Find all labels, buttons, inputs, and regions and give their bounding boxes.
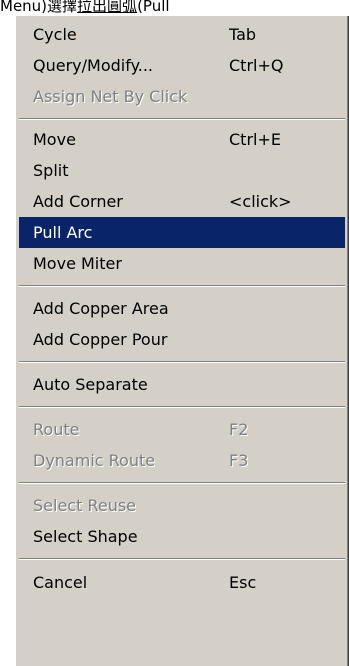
menu-item-label: Pull Arc — [33, 223, 93, 242]
menu-item-add-copper-area[interactable]: Add Copper Area — [19, 293, 345, 324]
menu-item-label: Add Copper Pour — [33, 330, 168, 349]
menu-item-label: Move Miter — [33, 254, 122, 273]
menu-separator — [19, 361, 345, 363]
menu-item-select-shape[interactable]: Select Shape — [19, 521, 345, 552]
menu-item-shortcut: Tab — [229, 25, 257, 44]
menu-item-dynamic-route: Dynamic Route F3 — [19, 445, 345, 476]
menu-item-add-copper-pour[interactable]: Add Copper Pour — [19, 324, 345, 355]
menu-item-shortcut: F3 — [229, 451, 249, 470]
menu-item-move[interactable]: Move Ctrl+E — [19, 124, 345, 155]
menu-item-label: Select Reuse — [33, 496, 137, 515]
menu-item-label: Dynamic Route — [33, 451, 156, 470]
caption-prefix: Menu)選擇 — [0, 0, 78, 15]
background-document-caption: Menu)選擇拉出圓弧(Pull — [0, 0, 349, 16]
menu-item-move-miter[interactable]: Move Miter — [19, 248, 345, 279]
menu-item-split[interactable]: Split — [19, 155, 345, 186]
menu-item-select-reuse: Select Reuse — [19, 490, 345, 521]
menu-item-label: Query/Modify... — [33, 56, 154, 75]
menu-item-label: Move — [33, 130, 76, 149]
menu-item-label: Auto Separate — [33, 375, 148, 394]
menu-item-label: Add Copper Area — [33, 299, 169, 318]
menu-separator — [19, 406, 345, 408]
menu-item-shortcut: Esc — [229, 573, 257, 592]
menu-item-label: Add Corner — [33, 192, 123, 211]
menu-separator — [19, 558, 345, 560]
menu-item-query-modify[interactable]: Query/Modify... Ctrl+Q — [19, 50, 345, 81]
menu-separator — [19, 118, 345, 120]
menu-item-auto-separate[interactable]: Auto Separate — [19, 369, 345, 400]
menu-item-label: Route — [33, 420, 80, 439]
caption-text: Menu)選擇拉出圓弧(Pull — [0, 0, 170, 16]
menu-item-shortcut: Ctrl+Q — [229, 56, 284, 75]
menu-item-label: Cancel — [33, 573, 88, 592]
menu-item-label: Assign Net By Click — [33, 87, 188, 106]
caption-suffix: (Pull — [137, 0, 170, 15]
menu-item-cancel[interactable]: Cancel Esc — [19, 567, 345, 598]
menu-item-shortcut: Ctrl+E — [229, 130, 281, 149]
menu-item-label: Cycle — [33, 25, 77, 44]
menu-separator — [19, 285, 345, 287]
menu-item-assign-net-by-click: Assign Net By Click — [19, 81, 345, 112]
menu-item-cycle[interactable]: Cycle Tab — [19, 19, 345, 50]
context-menu: Cycle Tab Query/Modify... Ctrl+Q Assign … — [15, 16, 349, 666]
menu-item-add-corner[interactable]: Add Corner <click> — [19, 186, 345, 217]
menu-item-shortcut: <click> — [229, 192, 292, 211]
menu-item-pull-arc[interactable]: Pull Arc — [19, 217, 345, 248]
caption-underlined: 拉出圓弧 — [77, 0, 138, 15]
menu-separator — [19, 482, 345, 484]
menu-item-label: Select Shape — [33, 527, 138, 546]
menu-item-shortcut: F2 — [229, 420, 249, 439]
menu-item-label: Split — [33, 161, 69, 180]
menu-item-route: Route F2 — [19, 414, 345, 445]
